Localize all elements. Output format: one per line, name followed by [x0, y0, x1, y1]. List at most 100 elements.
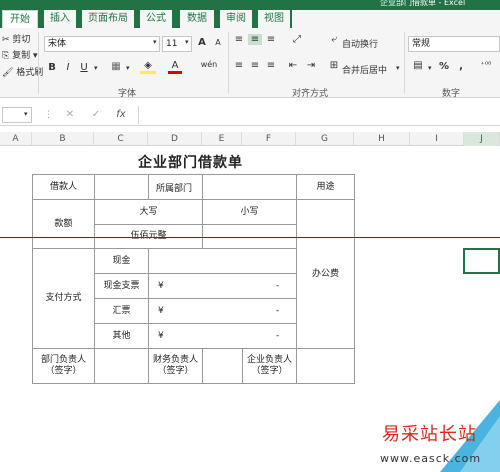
borrower-label[interactable]: 借款人 — [32, 174, 95, 200]
column-header-d[interactable]: D — [148, 132, 202, 146]
merge-icon[interactable]: ⊞ — [328, 60, 340, 71]
chevron-down-icon[interactable]: ▾ — [428, 64, 432, 72]
align-middle-icon[interactable]: ≡ — [248, 34, 262, 45]
more-icon: ⋮ — [44, 110, 53, 120]
upper-label[interactable]: 大写 — [94, 199, 203, 225]
cut-button[interactable]: ✂ 剪切 — [2, 32, 30, 45]
formula-bar: ▾ ⋮ ✕ ✓ fx — [0, 104, 500, 126]
cash-label[interactable]: 现金 — [94, 248, 149, 274]
purpose-value[interactable]: 办公费 — [296, 199, 355, 349]
decrease-indent-icon[interactable]: ⇤ — [286, 60, 300, 71]
watermark-url: www.easck.com — [380, 452, 482, 465]
align-right-icon[interactable]: ≡ — [264, 60, 278, 71]
finance-head-value[interactable] — [202, 348, 243, 384]
column-header-c[interactable]: C — [94, 132, 148, 146]
formula-input[interactable] — [138, 106, 500, 124]
company-head-value[interactable] — [296, 348, 355, 384]
chevron-down-icon[interactable]: ▾ — [185, 38, 189, 46]
merge-center-button[interactable]: 合并后居中 — [342, 63, 387, 76]
underline-button[interactable]: U — [78, 62, 90, 73]
dept-head-value[interactable] — [94, 348, 149, 384]
align-bottom-icon[interactable]: ≡ — [264, 34, 278, 45]
column-header-b[interactable]: B — [32, 132, 94, 146]
column-header-e[interactable]: E — [202, 132, 242, 146]
company-head-signature[interactable]: 企业负责人 （签字） — [242, 348, 297, 384]
column-header-g[interactable]: G — [296, 132, 354, 146]
finance-head-signature[interactable]: 财务负责人 （签字） — [148, 348, 203, 384]
draft-label[interactable]: 汇票 — [94, 298, 149, 324]
copy-button[interactable]: ⎘ 复制 ▾ — [2, 48, 37, 61]
title-bar: 企业部门借款单 - Excel — [0, 0, 500, 8]
column-header-i[interactable]: I — [410, 132, 464, 146]
tab-view[interactable]: 视图 — [258, 10, 290, 28]
font-name-select[interactable]: 宋体 — [44, 36, 160, 52]
currency-symbol: ¥ — [158, 281, 164, 291]
fill-color-icon[interactable]: ◈ — [140, 60, 156, 74]
chevron-down-icon[interactable]: ▾ — [94, 64, 98, 72]
confirm-icon[interactable]: ✓ — [90, 109, 102, 120]
tab-review[interactable]: 审阅 — [220, 10, 252, 28]
currency-symbol: ¥ — [158, 306, 164, 316]
chevron-down-icon[interactable]: ▾ — [24, 110, 28, 118]
amount-label[interactable]: 款额 — [32, 199, 95, 249]
wrap-text-button[interactable]: 自动换行 — [342, 37, 378, 50]
currency-symbol: ¥ — [158, 331, 164, 341]
other-amount[interactable] — [148, 323, 297, 349]
purpose-label[interactable]: 用途 — [296, 174, 355, 200]
percent-button[interactable]: % — [438, 61, 450, 72]
amount-dash: - — [276, 331, 280, 341]
draft-amount[interactable] — [148, 298, 297, 324]
tab-data[interactable]: 数据 — [180, 10, 214, 28]
dept-head-signature[interactable]: 部门负责人 （签字） — [32, 348, 95, 384]
shrink-font-button[interactable]: A — [212, 38, 224, 47]
phonetic-button[interactable]: wén — [200, 60, 218, 69]
watermark-name: 易采站长站 — [382, 424, 477, 445]
italic-button[interactable]: I — [62, 62, 74, 73]
chevron-down-icon[interactable]: ▾ — [126, 64, 130, 72]
font-color-button[interactable]: A — [168, 60, 182, 74]
borrower-value[interactable] — [94, 174, 149, 200]
currency-icon[interactable]: ▤ — [410, 60, 426, 71]
tab-insert[interactable]: 插入 — [44, 10, 76, 28]
font-group-label: 字体 — [118, 89, 137, 99]
chevron-down-icon[interactable]: ▾ — [153, 38, 157, 46]
other-label[interactable]: 其他 — [94, 323, 149, 349]
comma-button[interactable]: , — [456, 61, 466, 72]
border-icon[interactable]: ▦ — [108, 61, 124, 72]
align-left-icon[interactable]: ≡ — [232, 60, 246, 71]
alignment-group-label: 对齐方式 — [292, 89, 329, 99]
number-format-select[interactable]: 常规 — [408, 36, 500, 52]
cancel-icon[interactable]: ✕ — [64, 109, 76, 120]
align-top-icon[interactable]: ≡ — [232, 34, 246, 45]
grow-font-button[interactable]: A — [196, 37, 208, 48]
column-header-f[interactable]: F — [242, 132, 296, 146]
column-header-a[interactable]: A — [0, 132, 32, 146]
worksheet[interactable]: 企业部门借款单 借款人 所属部门 用途 款额 大写 小写 伍佰元整 办公费 支付… — [0, 146, 500, 472]
payment-label[interactable]: 支付方式 — [32, 248, 95, 349]
tab-formulas[interactable]: 公式 — [140, 10, 172, 28]
increase-decimal-icon[interactable]: ⁺⁰⁰ — [474, 60, 498, 69]
wrap-text-icon[interactable]: ⤶ — [328, 34, 340, 45]
chevron-down-icon[interactable]: ▾ — [396, 64, 400, 72]
ribbon: ✂ 剪切 ⎘ 复制 ▾ 🖌 格式刷 宋体 ▾ 11 ▾ A A B I U ▾ … — [0, 28, 500, 99]
orientation-icon[interactable]: ⤢ — [288, 34, 306, 45]
bold-button[interactable]: B — [46, 62, 58, 73]
increase-indent-icon[interactable]: ⇥ — [304, 60, 318, 71]
column-header-h[interactable]: H — [354, 132, 410, 146]
form-title: 企业部门借款单 — [138, 155, 243, 171]
department-label: 所属部门 — [156, 184, 193, 194]
column-header-j[interactable]: J — [464, 132, 500, 146]
department-value[interactable] — [202, 174, 297, 200]
cheque-amount[interactable] — [148, 273, 297, 299]
tab-home[interactable]: 开始 — [2, 10, 38, 28]
page-break-line — [0, 237, 500, 238]
ribbon-tabs: 开始 插入 页面布局 公式 数据 审阅 视图 — [0, 8, 500, 28]
cheque-label[interactable]: 现金支票 — [94, 273, 149, 299]
lower-label[interactable]: 小写 — [202, 199, 297, 225]
align-center-icon[interactable]: ≡ — [248, 60, 262, 71]
function-icon[interactable]: fx — [114, 109, 128, 120]
selected-cell[interactable] — [463, 248, 500, 274]
cash-amount[interactable] — [148, 248, 297, 274]
window-title: 企业部门借款单 - Excel — [380, 0, 466, 7]
tab-page-layout[interactable]: 页面布局 — [82, 10, 134, 28]
